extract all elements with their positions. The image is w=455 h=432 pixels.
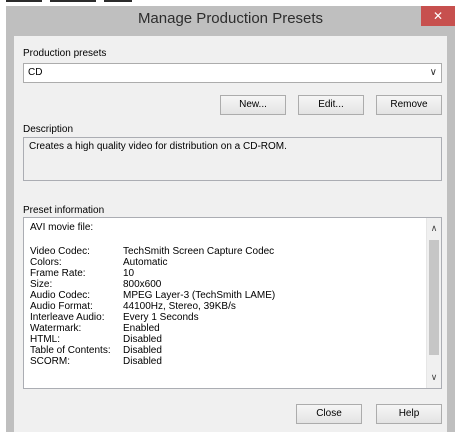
info-value: MPEG Layer-3 (TechSmith LAME)	[123, 290, 276, 301]
dialog-body: Production presets CD ∨ New... Edit... R…	[14, 36, 447, 432]
title-bar[interactable]: Manage Production Presets ✕	[6, 6, 455, 34]
info-value: Enabled	[123, 323, 160, 334]
presets-dropdown[interactable]: CD ∨	[23, 63, 442, 83]
info-key: Frame Rate:	[30, 268, 86, 279]
info-value: Every 1 Seconds	[123, 312, 199, 323]
info-key: Audio Format:	[30, 301, 93, 312]
scroll-down-arrow-icon[interactable]: ∨	[427, 372, 441, 383]
presets-label: Production presets	[23, 48, 107, 59]
info-key: Video Codec:	[30, 246, 90, 257]
preset-info-textbox[interactable]: AVI movie file: Video Codec: TechSmith S…	[23, 217, 442, 389]
new-preset-button[interactable]: New...	[220, 95, 286, 115]
description-text: Creates a high quality video for distrib…	[29, 141, 287, 152]
vertical-scrollbar[interactable]: ∧ ∨	[426, 218, 441, 388]
close-window-button[interactable]: ✕	[421, 6, 455, 26]
info-key: Colors:	[30, 257, 62, 268]
background-fragment	[104, 0, 132, 2]
info-key: HTML:	[30, 334, 60, 345]
close-button[interactable]: Close	[296, 404, 362, 424]
description-box: Creates a high quality video for distrib…	[23, 137, 442, 181]
info-key: Watermark:	[30, 323, 82, 334]
info-key: Audio Codec:	[30, 290, 91, 301]
info-value: TechSmith Screen Capture Codec	[123, 246, 275, 257]
close-icon: ✕	[432, 9, 444, 23]
dialog-title: Manage Production Presets	[137, 10, 324, 27]
chevron-down-icon: ∨	[429, 67, 437, 78]
info-key: Size:	[30, 279, 53, 290]
info-key: SCORM:	[30, 356, 70, 367]
preset-info-label: Preset information	[23, 205, 105, 216]
info-value: Automatic	[123, 257, 168, 268]
info-value: 800x600	[123, 279, 162, 290]
info-key: Table of Contents:	[30, 345, 111, 356]
edit-preset-button[interactable]: Edit...	[298, 95, 364, 115]
info-value: Disabled	[123, 345, 162, 356]
info-value: 10	[123, 268, 135, 279]
manage-presets-dialog: Manage Production Presets ✕ Production p…	[6, 6, 455, 432]
background-fragment	[50, 0, 96, 2]
info-key: Interleave Audio:	[30, 312, 105, 323]
scroll-up-arrow-icon[interactable]: ∧	[427, 223, 441, 234]
background-fragment	[6, 0, 42, 2]
remove-preset-button[interactable]: Remove	[376, 95, 442, 115]
preset-info-header: AVI movie file:	[30, 222, 94, 233]
help-button[interactable]: Help	[376, 404, 442, 424]
info-value: Disabled	[123, 334, 162, 345]
info-value: Disabled	[123, 356, 162, 367]
scrollbar-thumb[interactable]	[429, 240, 439, 355]
presets-selected-value: CD	[28, 67, 43, 78]
info-value: 44100Hz, Stereo, 39KB/s	[123, 301, 236, 312]
description-label: Description	[23, 124, 74, 135]
